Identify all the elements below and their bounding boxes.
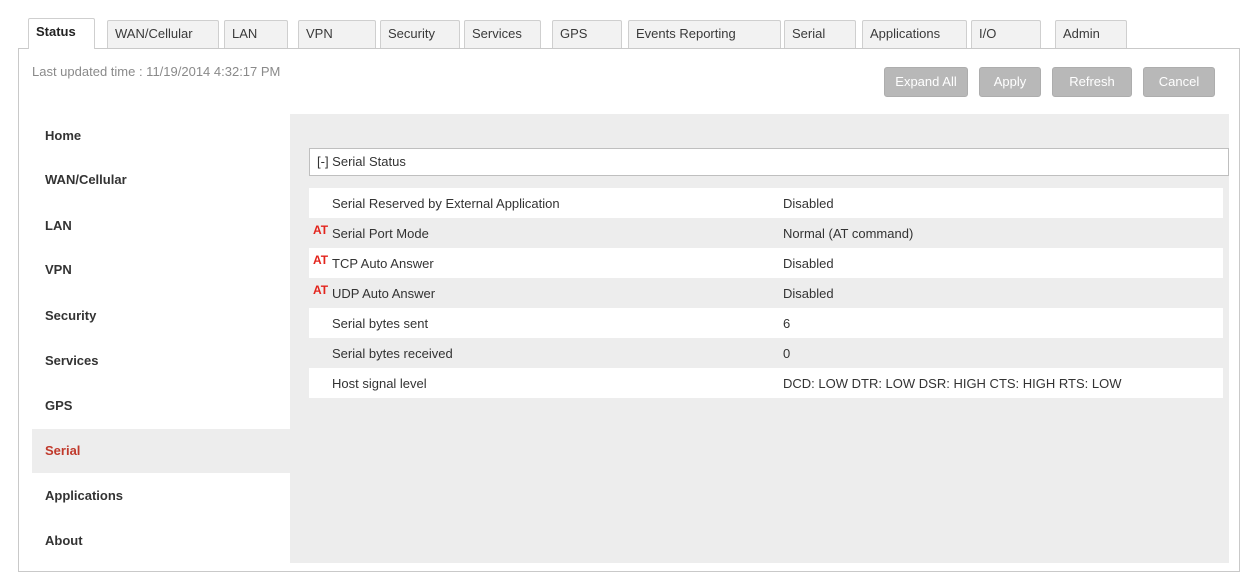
tab-serial[interactable]: Serial <box>784 20 856 48</box>
tab-gps[interactable]: GPS <box>552 20 622 48</box>
row-value: Disabled <box>783 196 834 211</box>
tab-admin[interactable]: Admin <box>1055 20 1127 48</box>
table-row: AT TCP Auto Answer Disabled <box>309 248 1223 278</box>
sidebar-item-wan-cellular[interactable]: WAN/Cellular <box>32 158 290 202</box>
row-label: Serial Port Mode <box>332 226 429 241</box>
at-command-marker: AT <box>313 283 329 297</box>
table-row: AT UDP Auto Answer Disabled <box>309 278 1223 308</box>
row-label: Serial Reserved by External Application <box>332 196 560 211</box>
table-row: Serial Reserved by External Application … <box>309 188 1223 218</box>
cancel-button[interactable]: Cancel <box>1143 67 1215 97</box>
row-value: Normal (AT command) <box>783 226 914 241</box>
sidebar-item-lan[interactable]: LAN <box>32 204 290 248</box>
sidebar-item-about[interactable]: About <box>32 519 290 563</box>
row-value: Disabled <box>783 286 834 301</box>
table-row: Serial bytes sent 6 <box>309 308 1223 338</box>
tab-status[interactable]: Status <box>28 18 95 49</box>
row-label: TCP Auto Answer <box>332 256 434 271</box>
sidebar-item-serial[interactable]: Serial <box>32 429 290 473</box>
row-value: DCD: LOW DTR: LOW DSR: HIGH CTS: HIGH RT… <box>783 376 1122 391</box>
table-row: Host signal level DCD: LOW DTR: LOW DSR:… <box>309 368 1223 398</box>
tab-security[interactable]: Security <box>380 20 460 48</box>
refresh-button[interactable]: Refresh <box>1052 67 1132 97</box>
row-value: 6 <box>783 316 791 331</box>
at-command-marker: AT <box>313 253 329 267</box>
tab-events-reporting[interactable]: Events Reporting <box>628 20 781 48</box>
tab-applications[interactable]: Applications <box>862 20 967 48</box>
row-value: 0 <box>783 346 791 361</box>
expand-all-button[interactable]: Expand All <box>884 67 968 97</box>
row-label: Host signal level <box>332 376 427 391</box>
serial-status-section-header[interactable]: [-] Serial Status <box>309 148 1229 176</box>
sidebar-item-services[interactable]: Services <box>32 339 290 383</box>
row-value: Disabled <box>783 256 834 271</box>
tab-lan[interactable]: LAN <box>224 20 288 48</box>
row-label: UDP Auto Answer <box>332 286 436 301</box>
tab-vpn[interactable]: VPN <box>298 20 376 48</box>
table-row: Serial bytes received 0 <box>309 338 1223 368</box>
tab-services[interactable]: Services <box>464 20 541 48</box>
tab-io[interactable]: I/O <box>971 20 1041 48</box>
sidebar-item-vpn[interactable]: VPN <box>32 248 290 292</box>
sidebar-item-security[interactable]: Security <box>32 294 290 338</box>
sidebar-item-gps[interactable]: GPS <box>32 384 290 428</box>
last-updated-text: Last updated time : 11/19/2014 4:32:17 P… <box>32 64 281 79</box>
tab-wan-cellular[interactable]: WAN/Cellular <box>107 20 219 48</box>
sidebar-item-home[interactable]: Home <box>32 114 290 158</box>
main-frame: Last updated time : 11/19/2014 4:32:17 P… <box>18 48 1240 572</box>
row-label: Serial bytes received <box>332 346 453 361</box>
row-label: Serial bytes sent <box>332 316 429 331</box>
apply-button[interactable]: Apply <box>979 67 1041 97</box>
content-panel: [-] Serial Status Serial Reserved by Ext… <box>290 114 1229 563</box>
sidebar-item-applications[interactable]: Applications <box>32 474 290 518</box>
at-command-marker: AT <box>313 223 329 237</box>
top-tab-bar: Status WAN/Cellular LAN VPN Security Ser… <box>28 18 1230 49</box>
table-row: AT Serial Port Mode Normal (AT command) <box>309 218 1223 248</box>
